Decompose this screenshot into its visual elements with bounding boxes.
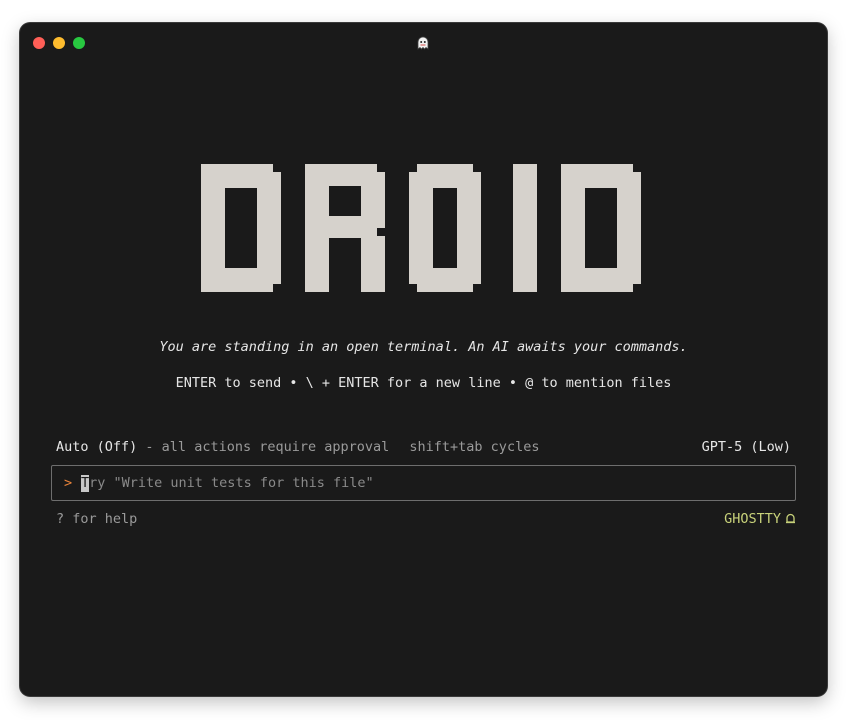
cycle-hint: shift+tab cycles — [409, 439, 540, 455]
placeholder-rest: ry "Write unit tests for this file" — [89, 475, 374, 491]
title-bar — [20, 23, 827, 63]
zoom-window-button[interactable] — [73, 37, 85, 49]
help-hint: ? for help — [56, 511, 138, 527]
autonomy-mode-description: - all actions require approval — [145, 439, 390, 455]
terminal-name-label: GHOSTTY — [724, 511, 796, 527]
minimize-window-button[interactable] — [53, 37, 65, 49]
model-label[interactable]: GPT-5 (Low) — [702, 439, 791, 455]
keyboard-hints: ENTER to send • \ + ENTER for a new line… — [175, 375, 672, 391]
footer-row: ? for help GHOSTTY — [56, 511, 796, 529]
prompt-input[interactable]: > Try "Write unit tests for this file" — [51, 465, 796, 501]
autonomy-mode-label[interactable]: Auto (Off) — [56, 439, 137, 455]
terminal-window: You are standing in an open terminal. An… — [20, 23, 827, 696]
status-bar: Auto (Off) - all actions require approva… — [56, 439, 791, 457]
prompt-caret: > — [64, 475, 73, 491]
placeholder-first-char: T — [81, 475, 90, 491]
prompt-placeholder: Try "Write unit tests for this file" — [81, 466, 374, 500]
bell-icon — [786, 513, 795, 524]
welcome-tagline: You are standing in an open terminal. An… — [159, 339, 688, 355]
ghost-icon — [417, 36, 429, 50]
droid-logo-banner — [201, 164, 641, 292]
terminal-name-text: GHOSTTY — [724, 511, 781, 527]
close-window-button[interactable] — [33, 37, 45, 49]
